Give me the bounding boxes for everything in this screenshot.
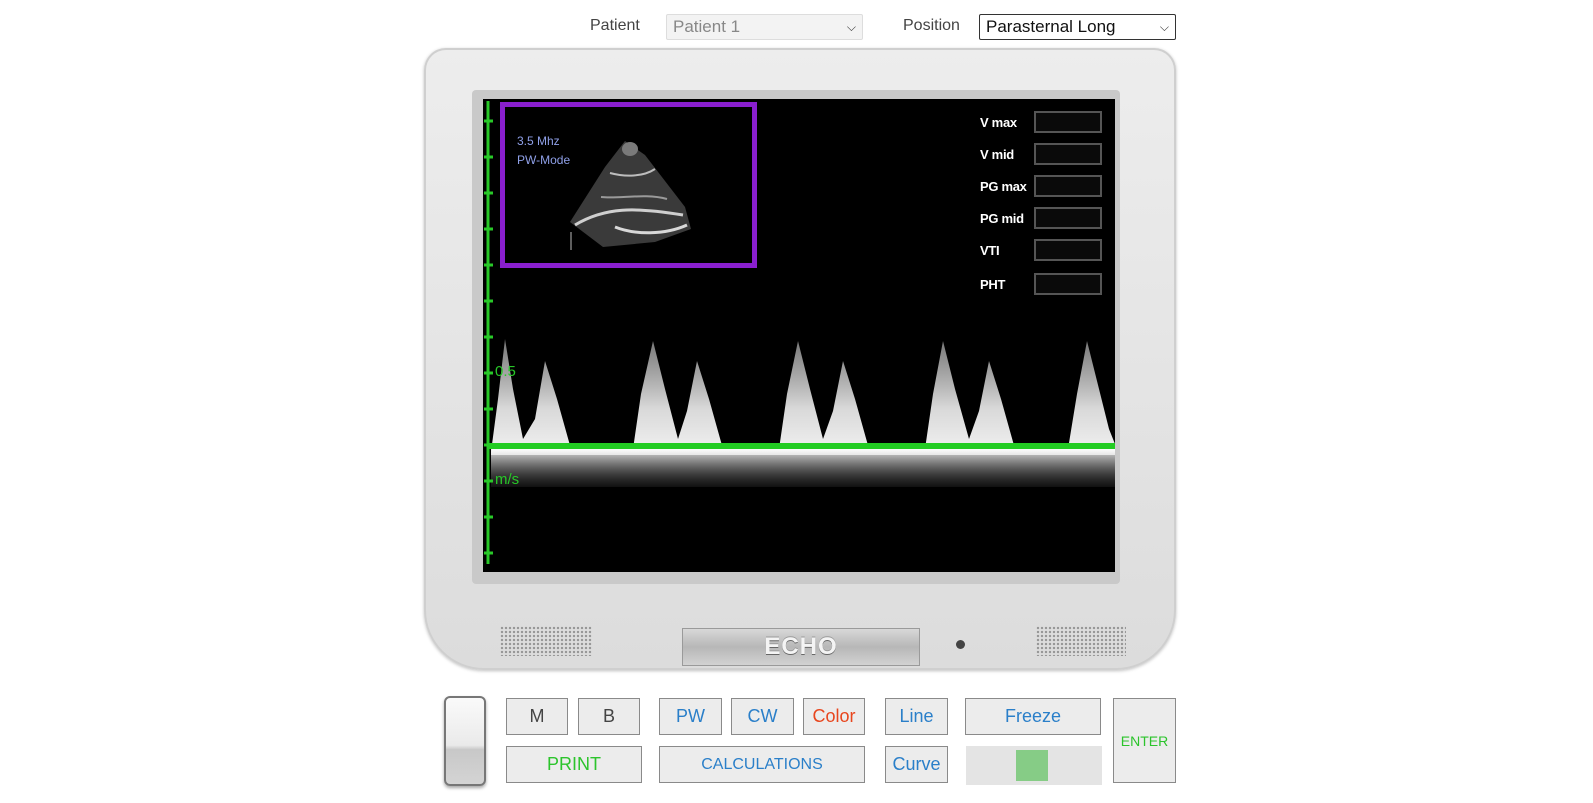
echo-logo: ECHO	[682, 628, 920, 666]
pht-row: PHT	[980, 273, 1102, 295]
position-label: Position	[903, 17, 960, 34]
bmode-inset[interactable]: 3.5 Mhz PW-Mode	[500, 102, 757, 268]
pgmid-row: PG mid	[980, 207, 1102, 229]
baseline-line[interactable]	[489, 443, 1115, 449]
spectral-waveform	[491, 339, 1115, 487]
gain-switch[interactable]	[444, 696, 486, 786]
line-tool-button[interactable]: Line	[885, 698, 948, 735]
vmid-row: V mid	[980, 143, 1102, 165]
patient-select-value: Patient 1	[673, 17, 741, 36]
chevron-down-icon: ⌵	[1159, 19, 1169, 34]
axis-unit-label: m/s	[495, 471, 520, 488]
pgmax-field[interactable]	[1034, 175, 1102, 197]
calculations-button[interactable]: CALCULATIONS	[659, 746, 865, 783]
freeze-button[interactable]: Freeze	[965, 698, 1101, 735]
pw-mode-button[interactable]: PW	[659, 698, 722, 735]
slider-thumb[interactable]	[1016, 750, 1048, 781]
color-mode-button[interactable]: Color	[803, 698, 865, 735]
curve-tool-button[interactable]: Curve	[885, 746, 948, 783]
vti-field[interactable]	[1034, 239, 1102, 261]
vmax-label: V max	[980, 114, 1017, 130]
vmid-label: V mid	[980, 146, 1014, 162]
vmax-field[interactable]	[1034, 111, 1102, 133]
position-select-value: Parasternal Long	[986, 17, 1116, 36]
position-select[interactable]: Parasternal Long ⌵	[979, 14, 1176, 40]
chevron-down-icon: ⌵	[846, 19, 856, 34]
print-button[interactable]: PRINT	[506, 746, 642, 783]
speaker-grille-left	[500, 626, 592, 656]
m-mode-button[interactable]: M	[506, 698, 568, 735]
vti-row: VTI	[980, 239, 1102, 261]
ultrasound-screen: 0.5 m/s 3.5 Mhz PW-Mode V max V mid PG m…	[483, 99, 1115, 572]
power-led	[956, 640, 965, 649]
enter-button[interactable]: ENTER	[1113, 698, 1176, 783]
sweep-speed-slider[interactable]	[966, 746, 1102, 785]
pgmid-field[interactable]	[1034, 207, 1102, 229]
vti-label: VTI	[980, 242, 1000, 258]
bmode-image	[570, 141, 691, 250]
pgmid-label: PG mid	[980, 210, 1024, 226]
pht-label: PHT	[980, 276, 1006, 292]
patient-select[interactable]: Patient 1 ⌵	[666, 14, 863, 40]
vmax-row: V max	[980, 111, 1102, 133]
pgmax-row: PG max	[980, 175, 1102, 197]
cw-mode-button[interactable]: CW	[731, 698, 794, 735]
axis-scale-label: 0.5	[495, 363, 516, 380]
speaker-grille-right	[1036, 626, 1126, 656]
pgmax-label: PG max	[980, 178, 1027, 194]
patient-label: Patient	[590, 17, 640, 34]
pht-field[interactable]	[1034, 273, 1102, 295]
b-mode-button[interactable]: B	[578, 698, 640, 735]
vmid-field[interactable]	[1034, 143, 1102, 165]
